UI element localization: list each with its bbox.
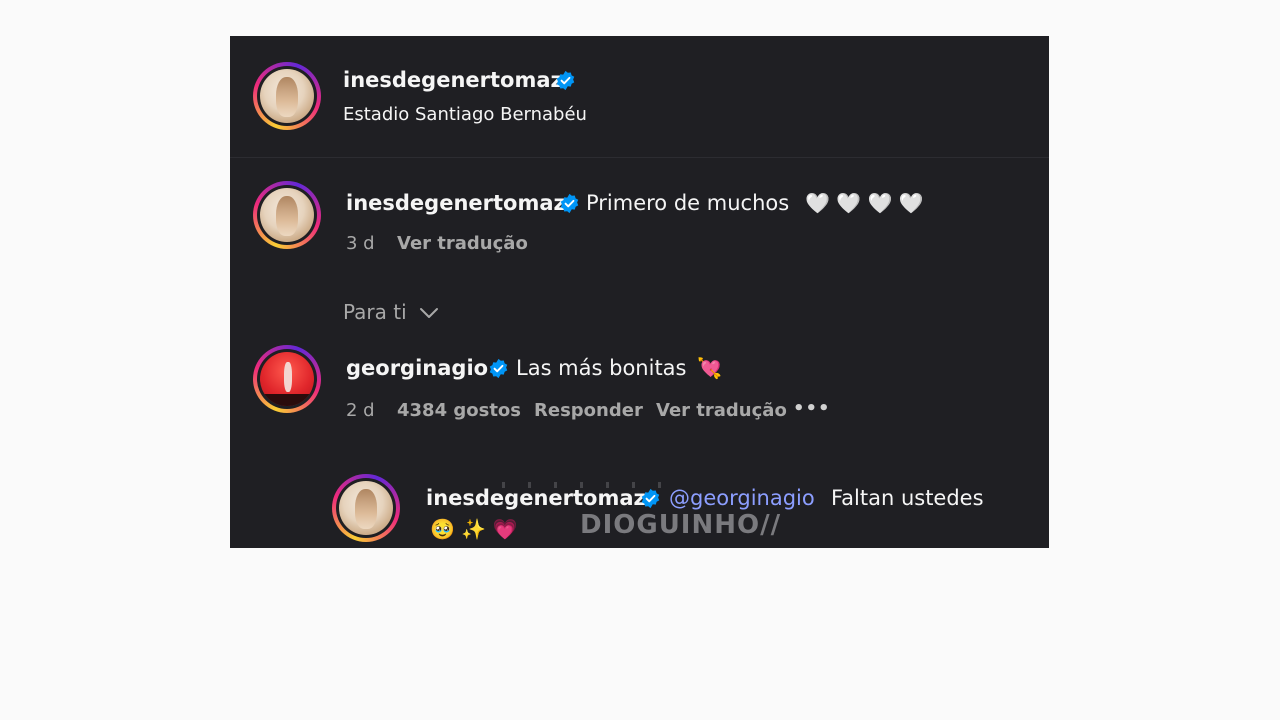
- comment-time: 2 d: [346, 400, 375, 421]
- reply-username[interactable]: inesdegenertomaz: [426, 486, 646, 510]
- comment-text: Las más bonitas: [516, 356, 687, 380]
- comment-emoji: 💘: [697, 356, 722, 380]
- avatar-photo: [260, 188, 314, 242]
- avatar-photo: [260, 352, 314, 406]
- post-location[interactable]: Estadio Santiago Bernabéu: [343, 104, 587, 125]
- comment-translate-link[interactable]: Ver tradução: [656, 400, 787, 421]
- header-username[interactable]: inesdegenertomaz: [343, 68, 563, 92]
- verified-badge-icon: [641, 488, 660, 509]
- more-options-icon[interactable]: •••: [793, 398, 831, 419]
- reply-emojis: 🥹 ✨ 💗: [430, 517, 518, 541]
- comment-filter[interactable]: Para ti: [343, 298, 453, 326]
- verified-badge-icon: [560, 193, 579, 214]
- avatar[interactable]: [253, 181, 321, 249]
- avatar-photo: [260, 69, 314, 123]
- reply-button[interactable]: Responder: [534, 400, 643, 421]
- avatar-photo: [339, 481, 393, 535]
- avatar[interactable]: [253, 345, 321, 413]
- avatar[interactable]: [332, 474, 400, 542]
- caption-time: 3 d: [346, 233, 375, 254]
- comment-username[interactable]: georginagio: [346, 356, 488, 380]
- comments-panel: inesdegenertomaz Estadio Santiago Bernab…: [230, 36, 1049, 548]
- post-header: inesdegenertomaz Estadio Santiago Bernab…: [230, 36, 1049, 158]
- verified-badge-icon: [489, 358, 508, 379]
- caption-text: Primero de muchos: [586, 191, 790, 215]
- caption-username[interactable]: inesdegenertomaz: [346, 191, 566, 215]
- watermark: DIOGUINHO//: [580, 510, 782, 540]
- avatar[interactable]: [253, 62, 321, 130]
- caption-emojis: 🤍 🤍 🤍 🤍: [805, 191, 924, 215]
- caption-translate-link[interactable]: Ver tradução: [397, 233, 528, 254]
- reply-mention-link[interactable]: @georginagio: [669, 486, 815, 510]
- chevron-down-icon: [420, 308, 438, 318]
- filter-label: Para ti: [343, 300, 407, 324]
- verified-badge-icon: [556, 70, 575, 91]
- reply-text: Faltan ustedes: [831, 486, 984, 510]
- comment-likes[interactable]: 4384 gostos: [397, 400, 521, 421]
